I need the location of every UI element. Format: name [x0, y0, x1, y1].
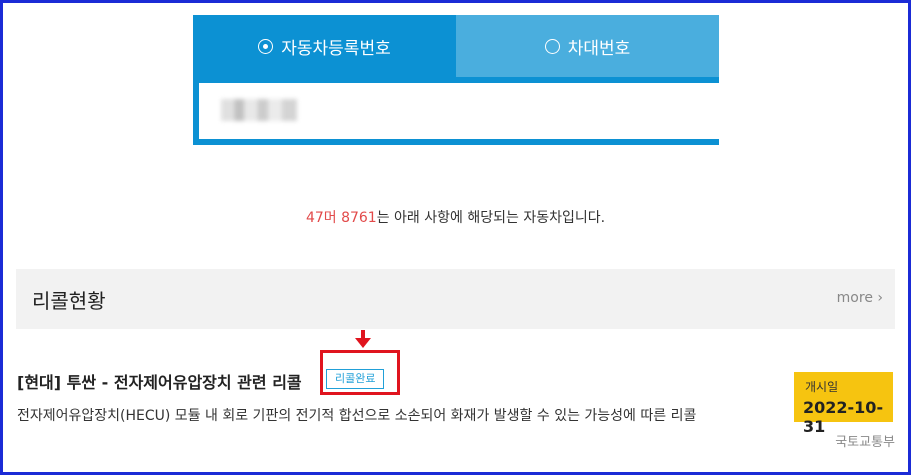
tab-vin-label: 차대번호: [567, 38, 631, 59]
recall-section-title: 리콜현황: [32, 289, 106, 313]
search-type-tabs: 자동차등록번호 차대번호: [193, 15, 719, 77]
tab-registration-number[interactable]: 자동차등록번호: [193, 15, 456, 77]
start-date-box: 개시일 2022-10-31: [794, 372, 893, 436]
radio-unselected-icon[interactable]: [544, 38, 560, 54]
search-icon: [629, 101, 648, 121]
start-date-label: 개시일: [805, 380, 839, 394]
recall-item-description: 전자제어유압장치(HECU) 모듈 내 회로 기판의 전기적 합선으로 소손되어…: [17, 408, 697, 424]
plate-number-text: 47머 8761: [305, 210, 377, 226]
result-notice: 47머 8761는 아래 사항에 해당되는 자동차입니다.: [0, 207, 911, 227]
arrow-down-icon: [355, 330, 371, 348]
tab-vin[interactable]: 차대번호: [456, 15, 719, 77]
notice-text: 는 아래 사항에 해당되는 자동차입니다.: [376, 210, 606, 226]
tab-registration-number-label: 자동차등록번호: [281, 38, 391, 59]
recall-item-title[interactable]: [현대] 투싼 - 전자제어유압장치 관련 리콜: [17, 369, 302, 393]
more-label: more: [836, 290, 873, 306]
more-link[interactable]: more ›: [837, 290, 883, 306]
radio-selected-icon[interactable]: [258, 38, 274, 54]
search-button[interactable]: 검색: [595, 83, 719, 139]
recall-section-header: 리콜현황 more ›: [16, 269, 895, 329]
status-badge: 리콜완료: [326, 369, 385, 389]
search-button-label: 검색: [654, 103, 686, 124]
search-bar: 검색: [193, 77, 788, 145]
chevron-right-icon: ›: [877, 290, 883, 306]
agency-label: 국토교통부: [835, 435, 895, 450]
redacted-plate-value: [221, 99, 297, 121]
